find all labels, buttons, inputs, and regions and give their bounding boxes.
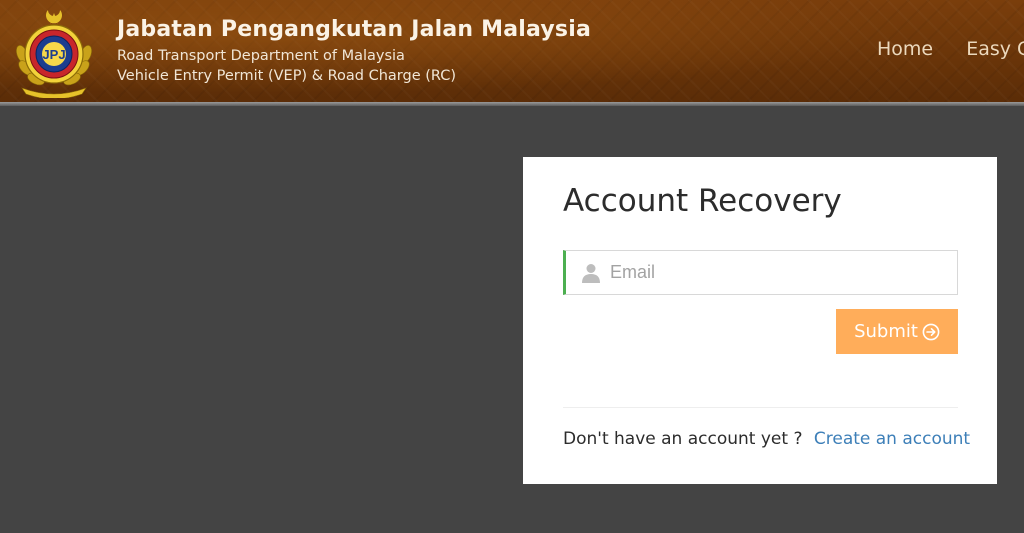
- site-title: Jabatan Pengangkutan Jalan Malaysia: [117, 17, 592, 42]
- signup-prompt: Don't have an account yet ?: [563, 429, 803, 449]
- site-subtitle: Road Transport Department of Malaysia: [117, 48, 405, 64]
- top-nav: Home Easy G: [877, 38, 1024, 60]
- page-title: Account Recovery: [563, 183, 842, 219]
- signup-prompt-row: Don't have an account yet ? Create an ac…: [563, 429, 970, 449]
- brand-block: Jabatan Pengangkutan Jalan Malaysia Road…: [117, 16, 591, 86]
- submit-label: Submit: [854, 321, 918, 342]
- nav-easy-guide[interactable]: Easy G: [966, 38, 1024, 60]
- form-divider: [563, 407, 958, 408]
- jpj-crest-icon[interactable]: JPJ: [8, 6, 100, 98]
- arrow-circle-right-icon: [922, 323, 940, 340]
- email-input[interactable]: [610, 251, 950, 294]
- svg-text:JPJ: JPJ: [42, 47, 65, 62]
- user-icon: [582, 264, 600, 283]
- header-divider: [0, 102, 1024, 106]
- create-account-link[interactable]: Create an account: [814, 429, 970, 449]
- nav-home[interactable]: Home: [877, 38, 933, 60]
- site-header: JPJ Jabatan Pengangkutan Jalan Malaysia …: [0, 0, 1024, 104]
- submit-button[interactable]: Submit: [836, 309, 958, 354]
- account-recovery-card: Account Recovery Submit Don't have an ac…: [523, 157, 997, 484]
- email-field: [563, 250, 958, 295]
- site-service-name: Vehicle Entry Permit (VEP) & Road Charge…: [117, 68, 457, 84]
